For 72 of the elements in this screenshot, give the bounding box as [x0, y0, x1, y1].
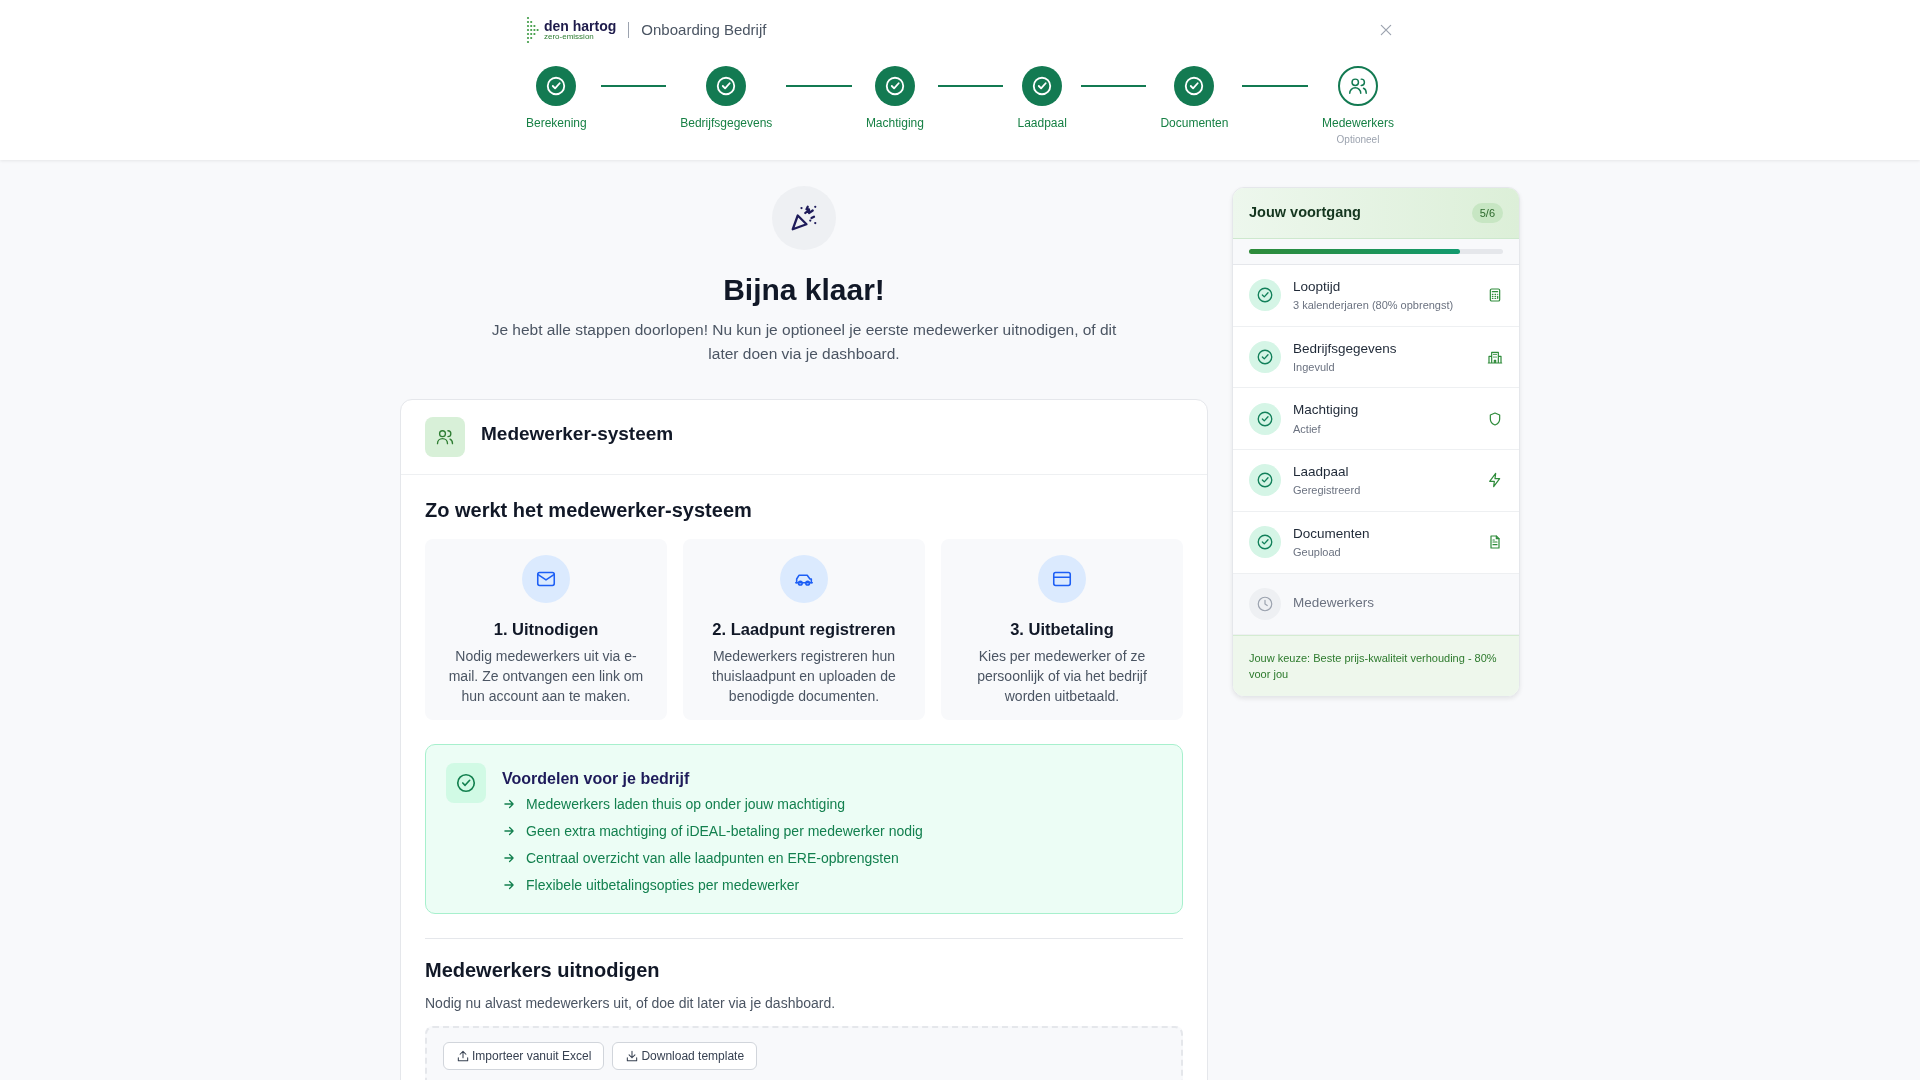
people-icon [1347, 75, 1369, 97]
choice-note: Jouw keuze: Beste prijs-kwaliteit verhouding - 80% voor jou [1233, 634, 1519, 696]
hero-title: Bijna klaar! [722, 272, 886, 308]
benefit-text: Medewerkers laden thuis op onder jouw machtiging [526, 794, 846, 814]
logo-icon [526, 16, 540, 44]
step-label: Medewerkers [1322, 115, 1394, 132]
check-icon [883, 75, 906, 97]
calculator-icon [1487, 287, 1503, 304]
step-circle[interactable] [1022, 66, 1063, 106]
step-circle[interactable] [874, 66, 915, 106]
check-icon [455, 771, 477, 794]
item-label: Medewerkers [1293, 594, 1376, 613]
feature-title: 2. Laadpunt registreren [711, 619, 897, 640]
check-icon [1031, 75, 1054, 97]
feature-text: Nodig medewerkers uit via e-mail. Ze ontvangen een link om hun account aan te maken. [447, 646, 645, 706]
benefit-text: Flexibele uitbetalingsopties per medewerker [526, 875, 800, 895]
step-circle[interactable] [1338, 66, 1378, 106]
step-label: Laadpaal [1017, 115, 1067, 132]
import-button[interactable]: Importeer vanuit Excel [443, 1041, 605, 1070]
item-label: Looptijd [1293, 277, 1342, 296]
card-title: Medewerker-systeem [481, 422, 674, 446]
item-label: Bedrijfsgegevens [1293, 339, 1398, 358]
step-label: Bedrijfsgegevens [680, 115, 773, 132]
hero-text: Je hebt alle stappen doorlopen! Nu kun je optioneel je eerste medewerker uitnodigen, of dit later doen via je dashboard. [490, 320, 1118, 364]
step-note: Optioneel [1336, 133, 1380, 147]
item-detail: Actief [1293, 421, 1322, 437]
step-circle[interactable] [1174, 66, 1215, 106]
check-icon [1256, 533, 1274, 552]
check-icon [1183, 75, 1206, 97]
benefit-text: Geen extra machtiging of iDEAL-betaling per medewerker nodig [526, 821, 923, 841]
check-icon [1256, 471, 1274, 490]
shield-icon [1487, 410, 1503, 427]
benefit-text: Centraal overzicht van alle laadpunten en ERE-opbrengsten [526, 848, 899, 868]
item-detail: 3 kalenderjaren (80% opbrengst) [1293, 298, 1455, 313]
download-button[interactable]: Download template [612, 1041, 758, 1070]
item-label: Documenten [1293, 524, 1371, 543]
clock-icon [1256, 594, 1274, 613]
step-circle[interactable] [536, 66, 577, 106]
step-label: Berekening [526, 115, 587, 132]
section-title: Zo werkt het medewerker-systeem [425, 498, 753, 523]
item-detail: Geregistreerd [1293, 483, 1362, 499]
check-icon [1256, 409, 1274, 428]
step-circle[interactable] [706, 66, 747, 106]
download-icon [625, 1048, 640, 1063]
step-label: Machtiging [865, 115, 924, 132]
progress-count: 5/6 [1471, 202, 1503, 224]
close-icon [1378, 22, 1394, 38]
item-label: Laadpaal [1293, 463, 1350, 481]
party-popper-icon [789, 203, 819, 233]
progress-title: Jouw voortgang [1249, 203, 1361, 222]
page-title: Onboarding Bedrijf [628, 22, 767, 38]
logo-name: den hartog [544, 19, 617, 33]
feature-title: 1. Uitnodigen [492, 619, 600, 640]
feature-title: 3. Uitbetaling [1009, 619, 1115, 640]
feature-text: Medewerkers registreren hun thuislaadpunt en uploaden de benodigde documenten. [711, 646, 897, 706]
lightning-icon [1487, 472, 1503, 489]
item-label: Machtiging [1293, 401, 1360, 420]
benefits-title: Voordelen voor je bedrijf [502, 768, 691, 789]
item-detail: Geupload [1293, 545, 1342, 560]
check-icon [1256, 286, 1274, 305]
check-icon [545, 75, 568, 97]
section-title: Medewerkers uitnodigen [425, 957, 661, 983]
item-detail: Ingevuld [1293, 359, 1336, 375]
upload-icon [456, 1048, 470, 1063]
document-icon [1487, 534, 1503, 551]
people-icon [435, 427, 455, 447]
check-icon [1256, 347, 1274, 366]
feature-text: Kies per medewerker of ze persoonlijk of via het bedrijf worden uitbetaald. [976, 646, 1148, 706]
section-text: Nodig nu alvast medewerkers uit, of doe dit later via je dashboard. [425, 993, 837, 1013]
check-icon [715, 75, 738, 97]
step-label: Documenten [1160, 115, 1229, 132]
logo-tagline: zero-emission [544, 33, 594, 41]
